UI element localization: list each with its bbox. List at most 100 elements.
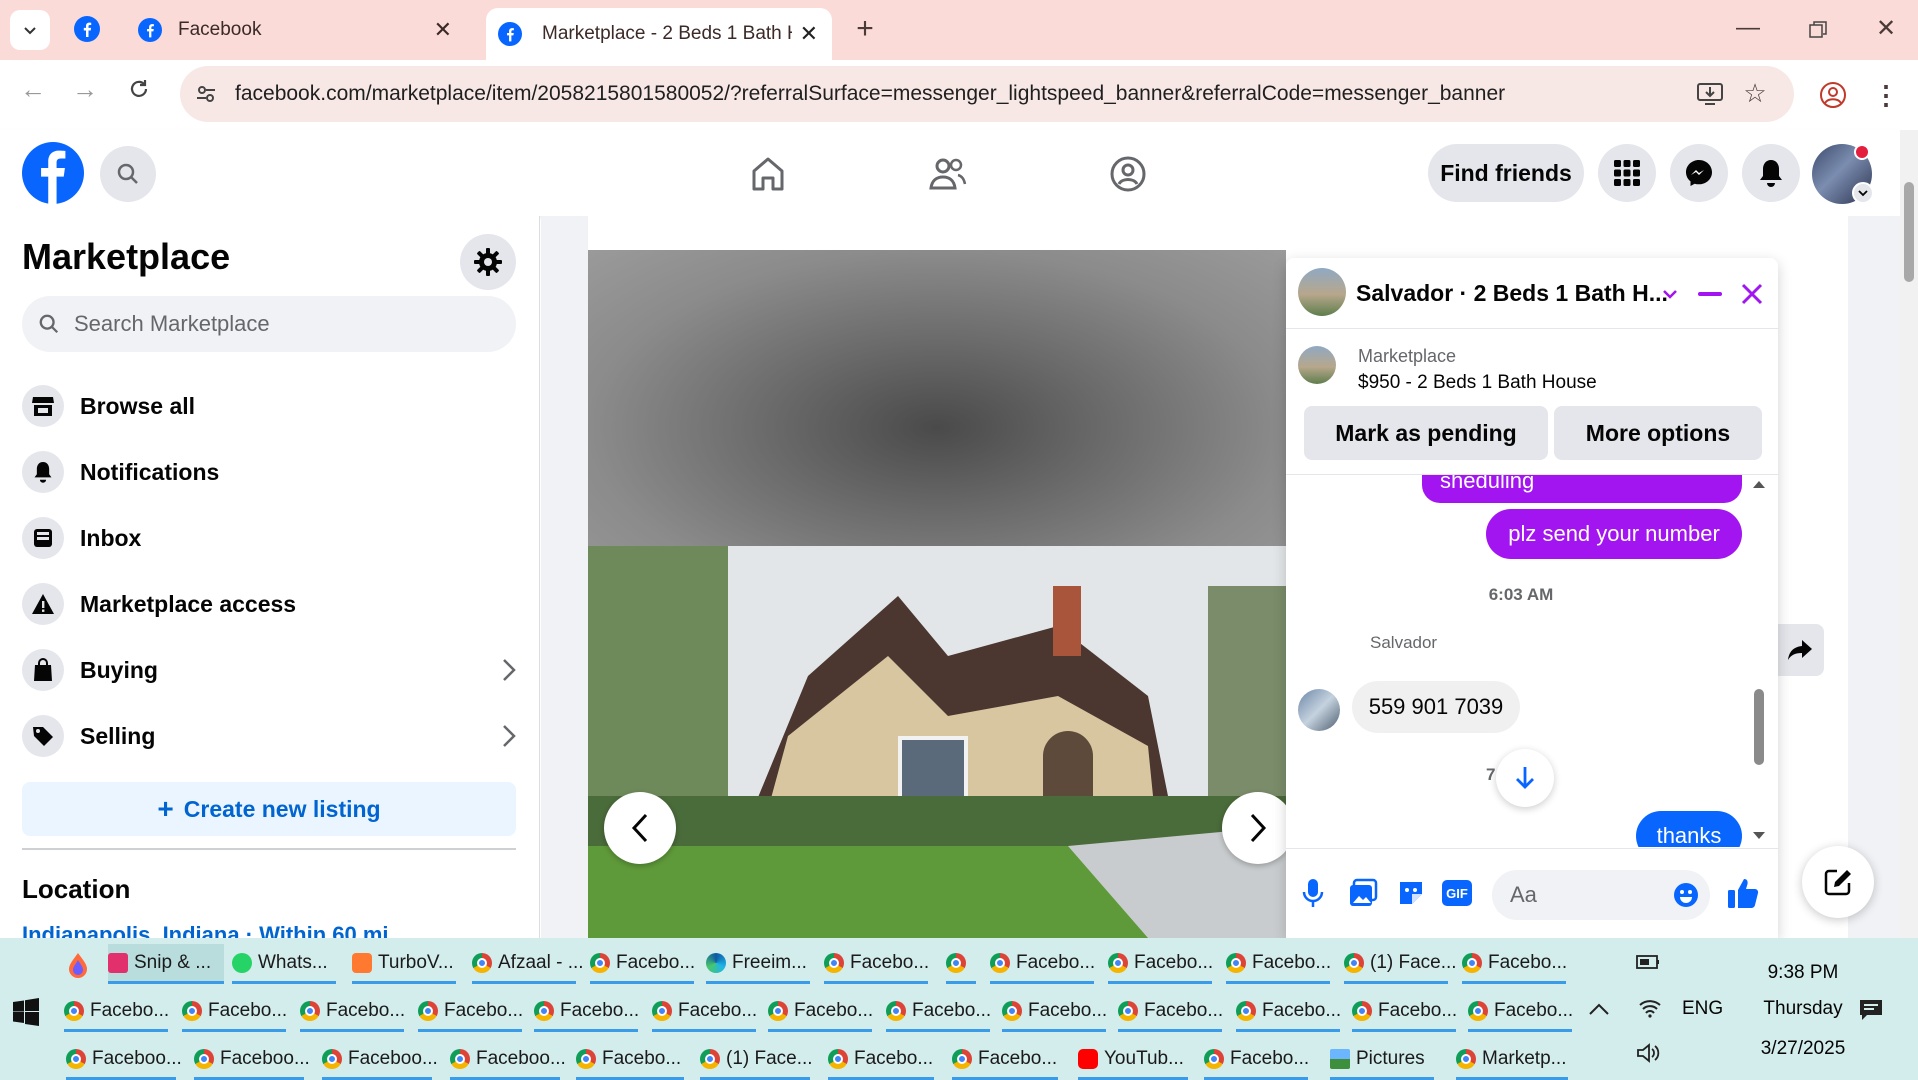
- taskbar-item-chrome[interactable]: Facebo...: [1468, 992, 1573, 1032]
- taskbar-item-chrome[interactable]: Facebo...: [824, 944, 929, 984]
- scroll-up-arrow-icon[interactable]: [1752, 479, 1766, 489]
- taskbar-item-chrome[interactable]: Faceboo...: [450, 1040, 566, 1080]
- sidebar-item-inbox[interactable]: Inbox: [22, 510, 516, 566]
- taskbar-item-chrome[interactable]: Facebo...: [300, 992, 405, 1032]
- taskbar-item-chrome[interactable]: Facebo...: [576, 1040, 684, 1080]
- address-bar[interactable]: facebook.com/marketplace/item/2058215801…: [180, 66, 1794, 122]
- scrollbar-thumb[interactable]: [1904, 182, 1914, 282]
- facebook-logo-icon[interactable]: [22, 142, 84, 204]
- battery-icon[interactable]: [1636, 952, 1660, 970]
- friends-icon[interactable]: [926, 152, 970, 196]
- menu-grid-icon[interactable]: [1598, 144, 1656, 202]
- taskbar-item-youtube[interactable]: YouTub...: [1078, 1040, 1188, 1080]
- taskbar-item-chrome[interactable]: Faceboo...: [194, 1040, 310, 1080]
- browser-menu-icon[interactable]: ⋮: [1873, 80, 1899, 110]
- app-icon[interactable]: [68, 952, 88, 978]
- sidebar-item-buying[interactable]: Buying: [22, 642, 516, 698]
- reload-icon[interactable]: [124, 74, 154, 104]
- share-button[interactable]: [1776, 624, 1824, 676]
- taskbar-item-chrome[interactable]: [946, 944, 976, 984]
- clock-date[interactable]: 3/27/2025: [1740, 1038, 1866, 1060]
- next-photo-button[interactable]: [1222, 792, 1294, 864]
- message-input[interactable]: Aa: [1492, 870, 1710, 920]
- sticker-icon[interactable]: [1396, 878, 1426, 908]
- chevron-down-icon[interactable]: [1662, 288, 1678, 300]
- taskbar-item-chrome[interactable]: Facebo...: [182, 992, 287, 1032]
- page-scrollbar[interactable]: [1900, 130, 1918, 938]
- taskbar-item-edge[interactable]: Freeim...: [706, 944, 810, 984]
- bookmark-star-icon[interactable]: ☆: [1740, 78, 1770, 108]
- listing-photo-house[interactable]: [588, 546, 1286, 938]
- close-tab-icon[interactable]: ✕: [434, 17, 452, 43]
- taskbar-item-chrome[interactable]: (1) Face...: [1344, 944, 1457, 984]
- language-indicator[interactable]: ENG: [1682, 998, 1723, 1020]
- gif-icon[interactable]: GIF: [1442, 880, 1472, 906]
- taskbar-item-chrome[interactable]: Facebo...: [1204, 1040, 1309, 1080]
- install-app-icon[interactable]: [1696, 80, 1724, 108]
- taskbar-item-chrome[interactable]: Facebo...: [828, 1040, 934, 1080]
- taskbar-item-chrome[interactable]: Facebo...: [590, 944, 695, 984]
- taskbar-item-chrome[interactable]: Faceboo...: [322, 1040, 438, 1080]
- taskbar-item-chrome[interactable]: Facebo...: [1462, 944, 1567, 984]
- tab-facebook[interactable]: Facebook ✕: [138, 8, 468, 52]
- emoji-icon[interactable]: [1672, 881, 1700, 909]
- facebook-pinned-tab-icon[interactable]: [72, 14, 102, 44]
- search-marketplace-input[interactable]: Search Marketplace: [22, 296, 516, 352]
- taskbar-item-pictures[interactable]: Pictures: [1330, 1040, 1434, 1080]
- taskbar-item-chrome[interactable]: Facebo...: [64, 992, 169, 1032]
- more-options-button[interactable]: More options: [1554, 406, 1762, 460]
- taskbar-item-chrome[interactable]: Afzaal - ...: [472, 944, 584, 984]
- taskbar-item-chrome[interactable]: Facebo...: [990, 944, 1095, 984]
- new-message-button[interactable]: [1802, 846, 1874, 918]
- outgoing-message[interactable]: sheduling: [1422, 475, 1742, 503]
- sidebar-item-marketplace-access[interactable]: Marketplace access: [22, 576, 516, 632]
- minimize-chat-icon[interactable]: [1698, 292, 1722, 296]
- volume-icon[interactable]: [1636, 1042, 1662, 1064]
- taskbar-item-chrome[interactable]: Marketp...: [1456, 1040, 1568, 1080]
- taskbar-item-chrome[interactable]: Facebo...: [1108, 944, 1213, 984]
- taskbar-item-chrome[interactable]: Facebo...: [418, 992, 523, 1032]
- create-new-listing-button[interactable]: + Create new listing: [22, 782, 516, 836]
- close-chat-icon[interactable]: [1740, 282, 1764, 306]
- find-friends-button[interactable]: Find friends: [1428, 144, 1584, 202]
- previous-photo-button[interactable]: [604, 792, 676, 864]
- chat-scrollbar-thumb[interactable]: [1754, 689, 1764, 765]
- home-icon[interactable]: [746, 152, 790, 196]
- photo-icon[interactable]: [1348, 878, 1378, 908]
- taskbar-item-chrome[interactable]: Facebo...: [768, 992, 873, 1032]
- taskbar-item-chrome[interactable]: Faceboo...: [66, 1040, 182, 1080]
- taskbar-item-snip[interactable]: Snip & ...: [108, 944, 224, 984]
- close-tab-icon[interactable]: ✕: [800, 21, 818, 47]
- taskbar-item-chrome[interactable]: Facebo...: [1352, 992, 1457, 1032]
- scroll-down-arrow-icon[interactable]: [1752, 831, 1766, 841]
- message-list[interactable]: sheduling plz send your number 6:03 AM S…: [1286, 475, 1778, 847]
- back-icon[interactable]: ←: [18, 74, 48, 104]
- new-tab-icon[interactable]: +: [850, 12, 880, 45]
- clock-time[interactable]: 9:38 PM: [1748, 962, 1858, 984]
- account-chevron-icon[interactable]: [1852, 182, 1874, 204]
- action-center-icon[interactable]: [1858, 998, 1884, 1022]
- sidebar-item-notifications[interactable]: Notifications: [22, 444, 516, 500]
- tab-search-dropdown-icon[interactable]: [10, 10, 50, 50]
- microphone-icon[interactable]: [1302, 878, 1324, 908]
- search-icon[interactable]: [100, 146, 156, 202]
- scroll-to-bottom-button[interactable]: [1496, 749, 1554, 807]
- site-info-icon[interactable]: [194, 82, 218, 106]
- listing-title[interactable]: $950 - 2 Beds 1 Bath House: [1358, 372, 1597, 394]
- taskbar-item-chrome[interactable]: Facebo...: [1002, 992, 1107, 1032]
- minimize-window-icon[interactable]: —: [1730, 10, 1766, 46]
- taskbar-item-chrome[interactable]: Facebo...: [1236, 992, 1341, 1032]
- settings-gear-icon[interactable]: [460, 234, 516, 290]
- profile-icon[interactable]: [1818, 80, 1848, 110]
- taskbar-item-chrome[interactable]: Facebo...: [886, 992, 991, 1032]
- messenger-icon[interactable]: [1670, 144, 1728, 202]
- incoming-message[interactable]: 559 901 7039: [1352, 681, 1520, 733]
- outgoing-message[interactable]: thanks: [1636, 811, 1742, 847]
- show-hidden-icons-icon[interactable]: [1588, 1002, 1610, 1016]
- taskbar-item-whatsapp[interactable]: Whats...: [232, 944, 336, 984]
- chat-title[interactable]: Salvador · 2 Beds 1 Bath H...: [1356, 280, 1668, 307]
- sidebar-item-selling[interactable]: Selling: [22, 708, 516, 764]
- taskbar-item-chrome[interactable]: Facebo...: [952, 1040, 1058, 1080]
- taskbar-item-chrome[interactable]: (1) Face...: [700, 1040, 813, 1080]
- forward-icon[interactable]: →: [70, 74, 100, 104]
